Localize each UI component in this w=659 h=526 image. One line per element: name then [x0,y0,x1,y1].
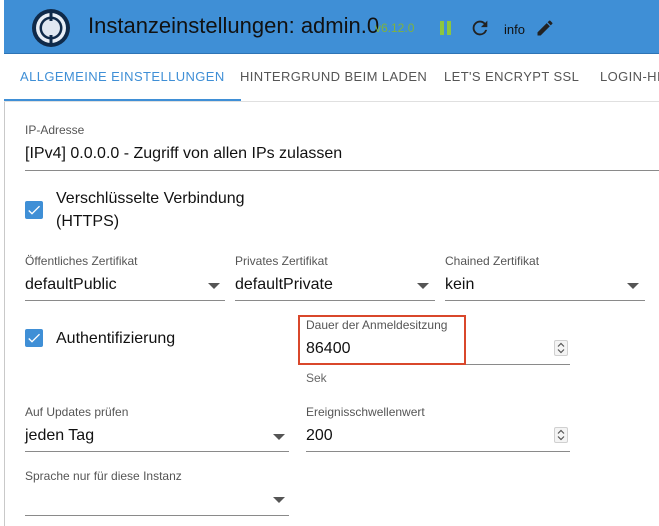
tab-login-hinweis[interactable]: LOGIN-HIN [600,54,659,101]
update-check-dropdown-icon[interactable] [273,434,285,440]
https-label-line1: Verschlüsselte Verbindung [56,190,245,207]
tab-hintergrund-beim-laden[interactable]: HINTERGRUND BEIM LADEN [240,54,427,101]
event-threshold-label: Ereignisschwellenwert [306,405,425,419]
chained-cert-label: Chained Zertifikat [445,254,540,268]
version-label: v6.12.0 [375,21,415,35]
highlight-annotation-box [298,315,466,365]
tab-allgemeine-einstellungen[interactable]: ALLGEMEINE EINSTELLUNGEN [4,54,241,101]
spinner-arrows-icon [557,342,565,354]
header-bar: Instanzeinstellungen: admin.0 v6.12.0 in… [4,0,659,54]
private-cert-underline [235,300,435,301]
private-cert-dropdown-icon[interactable] [417,283,429,289]
event-threshold-spinner[interactable] [554,427,568,443]
private-cert-select[interactable]: defaultPrivate [235,276,333,294]
ip-address-select[interactable]: [IPv4] 0.0.0.0 - Zugriff von allen IPs z… [25,145,342,163]
session-duration-spinner[interactable] [554,340,568,356]
event-threshold-input[interactable]: 200 [306,427,333,445]
instance-language-dropdown-icon[interactable] [273,497,285,503]
authentication-label: Authentifizierung [56,330,176,347]
update-check-underline [25,451,289,452]
update-check-label: Auf Updates prüfen [25,405,129,419]
authentication-checkbox[interactable] [25,329,43,347]
checkmark-icon [28,205,40,215]
spinner-arrows-icon [557,429,565,441]
chained-cert-select[interactable]: kein [445,276,474,294]
update-check-select[interactable]: jeden Tag [25,427,94,445]
pause-icon[interactable] [437,19,453,37]
iobroker-logo-icon [32,9,70,47]
ip-address-label: IP-Adresse [25,123,85,137]
settings-tabs: ALLGEMEINE EINSTELLUNGEN HINTERGRUND BEI… [4,54,659,102]
public-cert-dropdown-icon[interactable] [208,283,220,289]
session-duration-unit: Sek [306,371,327,385]
instance-language-underline [25,515,289,516]
public-cert-underline [25,300,225,301]
https-checkbox-label: Verschlüsselte Verbindung (HTTPS) [56,187,245,233]
edit-pencil-icon[interactable] [535,18,555,38]
tab-lets-encrypt-ssl[interactable]: LET'S ENCRYPT SSL [444,54,579,101]
public-cert-select[interactable]: defaultPublic [25,276,117,294]
chained-cert-underline [445,300,645,301]
instance-settings-page: Instanzeinstellungen: admin.0 v6.12.0 in… [0,0,659,526]
private-cert-label: Privates Zertifikat [235,254,328,268]
https-label-line2: (HTTPS) [56,213,120,230]
event-threshold-underline [306,451,570,452]
instance-language-label: Sprache nur für diese Instanz [25,469,182,483]
dialog-title: Instanzeinstellungen: admin.0 [88,13,380,38]
ip-address-underline [25,170,659,171]
public-cert-label: Öffentliches Zertifikat [25,254,138,268]
https-checkbox[interactable] [25,201,43,219]
checkmark-icon [28,333,40,343]
refresh-icon[interactable] [469,17,491,39]
info-button[interactable]: info [504,22,525,37]
chained-cert-dropdown-icon[interactable] [627,283,639,289]
